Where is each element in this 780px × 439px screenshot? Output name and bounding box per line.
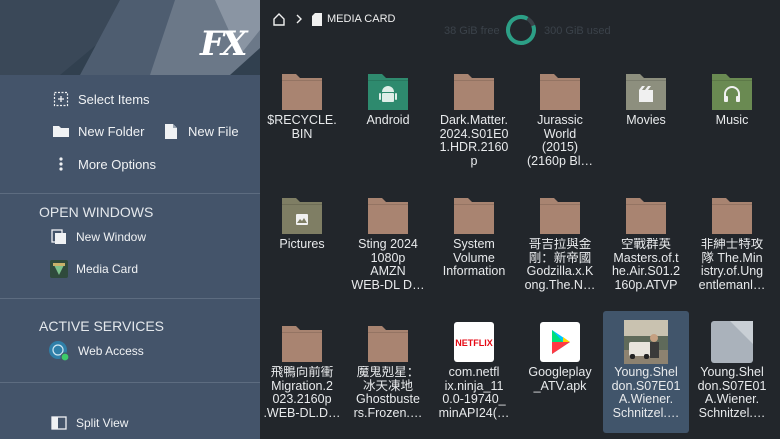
new-file-button[interactable]: New File <box>162 122 239 140</box>
movies-folder-icon <box>624 68 668 112</box>
new-window-button[interactable]: New Window <box>50 228 146 246</box>
breadcrumb: MEDIA CARD <box>272 10 395 28</box>
file-browser: 38 GiB free 300 GiB used MEDIA CARD $REC… <box>260 0 780 439</box>
file-tile[interactable]: Movies <box>603 59 689 181</box>
breadcrumb-location[interactable]: MEDIA CARD <box>327 13 395 25</box>
netflix-logo: NETFLIX <box>455 338 493 348</box>
file-tile[interactable]: 空戰群英 Masters.of.t he.Air.S01.2 160p.ATVP <box>603 183 689 305</box>
file-name: 空戰群英 Masters.of.t he.Air.S01.2 160p.ATVP <box>611 238 681 292</box>
folder-icon <box>710 192 754 236</box>
file-tile[interactable]: 魔鬼剋星： 冰天凍地 Ghostbuste rs.Frozen.… <box>345 311 431 433</box>
more-vertical-icon <box>52 155 70 173</box>
fx-logo: FX <box>200 24 248 64</box>
file-tile[interactable]: Jurassic World (2015) (2160p Bl… <box>517 59 603 181</box>
video-thumbnail <box>624 320 668 364</box>
file-tile[interactable]: Young.Shel don.S07E01 A.Wiener. Schnitze… <box>603 311 689 433</box>
file-tile[interactable]: Sting 2024 1080p AMZN WEB-DL D… <box>345 183 431 305</box>
file-name: 飛鴨向前衝 Migration.2 023.2160p .WEB-DL.D… <box>263 366 341 420</box>
file-tile[interactable]: 哥吉拉與金 剛：新帝國 Godzilla.x.K ong.The.N… <box>517 183 603 305</box>
file-name: Young.Shel don.S07E01 A.Wiener. Schnitze… <box>697 366 767 420</box>
sidebar-divider <box>0 193 260 194</box>
folder-icon <box>280 68 324 112</box>
split-view-label: Split View <box>76 416 129 430</box>
media-card-window[interactable]: Media Card <box>50 260 138 278</box>
file-tile[interactable]: NETFLIX com.netfl ix.ninja_11 0.0-19740_ … <box>431 311 517 433</box>
more-options-label: More Options <box>78 156 157 172</box>
sidebar-divider <box>0 298 260 299</box>
select-items-label: Select Items <box>78 91 150 107</box>
file-name: 非紳士特攻 隊 The.Min istry.of.Ung entlemanl… <box>698 238 766 292</box>
file-tile[interactable]: Music <box>689 59 775 181</box>
folder-icon <box>452 192 496 236</box>
pictures-folder-icon <box>280 192 324 236</box>
google-play-icon <box>538 320 582 364</box>
storage-free: 38 GiB free <box>444 25 500 37</box>
generic-file-icon <box>710 320 754 364</box>
folder-icon <box>538 192 582 236</box>
music-folder-icon <box>710 68 754 112</box>
web-access-icon <box>48 340 70 362</box>
netflix-app-icon: NETFLIX <box>452 320 496 364</box>
file-tile[interactable]: $RECYCLE. BIN <box>260 59 345 181</box>
folder-icon <box>52 122 70 140</box>
active-services-heading: ACTIVE SERVICES <box>39 318 165 334</box>
scrollbar[interactable] <box>776 0 780 439</box>
app-banner: FX <box>0 0 260 75</box>
sidebar-divider <box>0 382 260 383</box>
storage-used: 300 GiB used <box>544 25 611 37</box>
file-tile[interactable]: Googleplay _ATV.apk <box>517 311 603 433</box>
folder-icon <box>624 192 668 236</box>
file-tile[interactable]: Young.Shel don.S07E01 A.Wiener. Schnitze… <box>689 311 775 433</box>
sidebar: FX Select Items New Folder New File More… <box>0 0 260 439</box>
file-name: $RECYCLE. BIN <box>267 114 337 141</box>
sd-card-icon <box>312 12 322 26</box>
file-name: System Volume Information <box>442 238 506 278</box>
media-card-label: Media Card <box>76 262 139 276</box>
file-name: 魔鬼剋星： 冰天凍地 Ghostbuste rs.Frozen.… <box>353 366 423 420</box>
file-tile[interactable]: Pictures <box>260 183 345 305</box>
file-name: Googleplay _ATV.apk <box>528 366 592 393</box>
select-items-button[interactable]: Select Items <box>52 90 150 108</box>
file-tile[interactable]: 非紳士特攻 隊 The.Min istry.of.Ung entlemanl… <box>689 183 775 305</box>
web-access-service[interactable]: Web Access <box>48 340 144 362</box>
storage-indicator: 38 GiB free 300 GiB used <box>444 15 644 48</box>
new-file-label: New File <box>188 123 239 139</box>
folder-icon <box>538 68 582 112</box>
file-tile[interactable]: System Volume Information <box>431 183 517 305</box>
chevron-right-icon <box>296 14 303 24</box>
file-name: Dark.Matter. 2024.S01E0 1.HDR.2160 p <box>439 114 509 168</box>
file-name: Young.Shel don.S07E01 A.Wiener. Schnitze… <box>611 366 681 420</box>
home-icon[interactable] <box>272 12 286 26</box>
file-tile[interactable]: Dark.Matter. 2024.S01E0 1.HDR.2160 p <box>431 59 517 181</box>
split-view-icon <box>50 414 68 432</box>
folder-icon <box>366 192 410 236</box>
file-name: Pictures <box>279 238 325 251</box>
media-card-icon <box>50 260 68 278</box>
file-name: Sting 2024 1080p AMZN WEB-DL D… <box>351 238 425 292</box>
folder-icon <box>280 320 324 364</box>
new-folder-label: New Folder <box>78 123 145 139</box>
file-name: Music <box>715 114 749 127</box>
web-access-label: Web Access <box>78 344 144 358</box>
open-windows-heading: OPEN WINDOWS <box>39 204 154 220</box>
new-window-icon <box>50 228 68 246</box>
file-name: 哥吉拉與金 剛：新帝國 Godzilla.x.K ong.The.N… <box>524 238 596 292</box>
android-folder-icon <box>366 68 410 112</box>
file-tile[interactable]: 飛鴨向前衝 Migration.2 023.2160p .WEB-DL.D… <box>260 311 345 433</box>
file-tile[interactable]: Android <box>345 59 431 181</box>
file-name: Movies <box>626 114 666 127</box>
new-folder-button[interactable]: New Folder <box>52 122 144 140</box>
split-view-button[interactable]: Split View <box>50 414 128 432</box>
storage-ring <box>506 15 536 45</box>
select-icon <box>52 90 70 108</box>
file-name: com.netfl ix.ninja_11 0.0-19740_ minAPI2… <box>438 366 510 420</box>
folder-icon <box>366 320 410 364</box>
folder-icon <box>452 68 496 112</box>
file-name: Android <box>366 114 410 127</box>
file-icon <box>162 122 180 140</box>
new-window-label: New Window <box>76 230 147 244</box>
file-name: Jurassic World (2015) (2160p Bl… <box>526 114 593 168</box>
more-options-button[interactable]: More Options <box>52 155 156 173</box>
